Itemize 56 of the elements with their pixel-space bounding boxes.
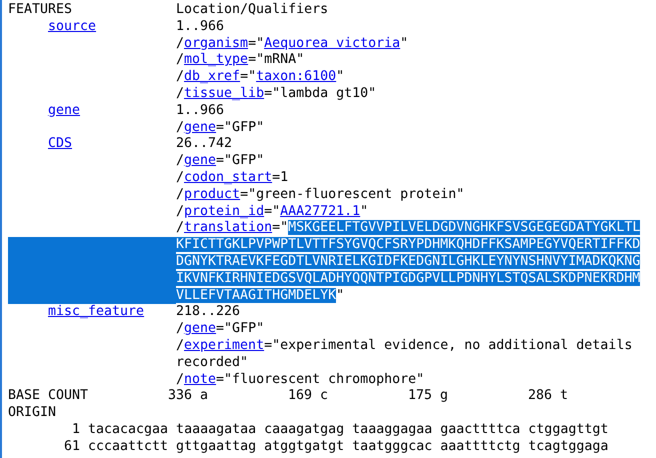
selected-text: KFICTTGKLPVPWPTLVTTFSYGVQCFSRYPDHMKQHDFFKSAMPEGYVQERTIFFKD bbox=[176, 237, 640, 252]
base-count: 169 c bbox=[288, 388, 330, 406]
sequence-text: cccaattctt gttgaattag atggtgatgt taatgggcac aaattttctg tcagtggaga bbox=[88, 438, 608, 456]
qualifier-link[interactable]: organism bbox=[184, 36, 248, 51]
qualifier-link[interactable]: translation bbox=[184, 220, 272, 236]
sequence-text: tacacacgaa taaaagataa caaagatgag taaaggagaa gaacttttca ctggagttgt bbox=[88, 422, 608, 439]
qualifier-text: /note="fluorescent chromophore" bbox=[176, 372, 424, 388]
selected-text: IKVNFKIRHNIEDGSVQLADHYQQNTPIGDGPVLLPDNHYLSTQSALSKDPNEKRDHM bbox=[176, 270, 640, 286]
selected-text: VLLEFVTAAGITHGMDELYK bbox=[176, 288, 336, 303]
qualifier-link[interactable]: taxon:6100 bbox=[256, 69, 336, 84]
qualifier-text: /translation="MSKGEELFTGVVPILVELDGDVNGHKFSVSGEGEGDATYGKLTL bbox=[176, 220, 640, 238]
column-heading: Location/Qualifiers bbox=[176, 2, 328, 19]
qualifier-text: /product="green-fluorescent protein" bbox=[176, 186, 464, 204]
feature-key-link[interactable]: gene bbox=[48, 102, 80, 118]
qualifier-text: /db_xref="taxon:6100" bbox=[176, 69, 344, 86]
feature-location: 218..226 bbox=[176, 304, 240, 322]
qualifier-link[interactable]: gene bbox=[184, 120, 216, 135]
qualifier-text: VLLEFVTAAGITHGMDELYK" bbox=[176, 288, 344, 304]
qualifier-text: recorded" bbox=[176, 354, 248, 372]
qualifier-text: /tissue_lib="lambda gt10" bbox=[176, 86, 376, 103]
qualifier-link[interactable]: codon_start bbox=[184, 170, 272, 185]
qualifier-text: /organism="Aequorea victoria" bbox=[176, 36, 408, 52]
qualifier-text: /codon_start=1 bbox=[176, 170, 288, 187]
qualifier-link[interactable]: Aequorea victoria bbox=[264, 36, 400, 51]
qualifier-text: /mol_type="mRNA" bbox=[176, 52, 304, 70]
feature-key-link[interactable]: CDS bbox=[48, 136, 72, 152]
qualifier-text: /experiment="experimental evidence, no additional details bbox=[176, 338, 632, 355]
feature-location: 26..742 bbox=[176, 136, 232, 154]
section-heading: ORIGIN bbox=[8, 405, 58, 422]
selected-text: MSKGEELFTGVVPILVELDGDVNGHKFSVSGEGEGDATYGKLTL bbox=[288, 220, 640, 236]
qualifier-link[interactable]: gene bbox=[184, 321, 216, 336]
feature-key-link[interactable]: source bbox=[48, 18, 96, 34]
section-heading: BASE COUNT bbox=[8, 388, 90, 406]
qualifier-link[interactable]: note bbox=[184, 372, 216, 387]
base-count: 286 t bbox=[528, 388, 570, 406]
feature-location: 1..966 bbox=[176, 18, 224, 36]
qualifier-link[interactable]: experiment bbox=[184, 338, 264, 353]
selected-text: DGNYKTRAEVKFEGDTLVNRIELKGIDFKEDGNILGHKLEYNYNSHNVYIMADKQKNG bbox=[176, 254, 640, 269]
qualifier-link[interactable]: AAA27721.1 bbox=[280, 204, 360, 219]
feature-location: 1..966 bbox=[176, 102, 224, 120]
feature-key-link[interactable]: misc_feature bbox=[48, 304, 144, 320]
qualifier-link[interactable]: db_xref bbox=[184, 69, 240, 84]
section-heading: FEATURES bbox=[8, 2, 74, 19]
qualifier-link[interactable]: mol_type bbox=[184, 52, 248, 68]
qualifier-text: /gene="GFP" bbox=[176, 120, 264, 136]
qualifier-link[interactable]: product bbox=[184, 186, 240, 202]
sequence-position: 61 bbox=[62, 438, 80, 456]
qualifier-link[interactable]: gene bbox=[184, 153, 216, 168]
base-count: 336 a bbox=[168, 388, 210, 406]
qualifier-link[interactable]: protein_id bbox=[184, 204, 264, 219]
qualifier-link[interactable]: tissue_lib bbox=[184, 86, 264, 101]
qualifier-text: /protein_id="AAA27721.1" bbox=[176, 204, 368, 220]
base-count: 175 g bbox=[408, 388, 450, 406]
qualifier-text: /gene="GFP" bbox=[176, 321, 264, 338]
sequence-position: 1 bbox=[70, 422, 80, 439]
qualifier-text: /gene="GFP" bbox=[176, 153, 264, 170]
